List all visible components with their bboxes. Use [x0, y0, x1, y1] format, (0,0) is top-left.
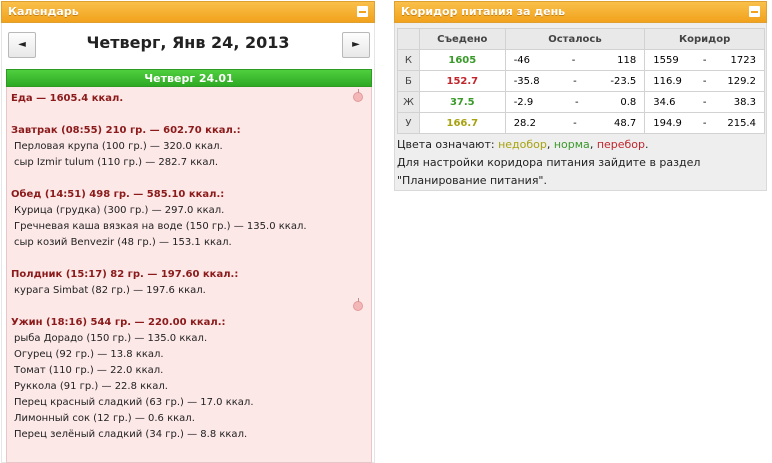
- dash: -: [573, 75, 577, 87]
- calendar-panel-header: Календарь: [1, 1, 375, 23]
- corridor-max: 1723: [730, 54, 756, 66]
- row-label: Ж: [397, 91, 420, 113]
- eaten-value: 37.5: [418, 91, 506, 113]
- corridor-min: 194.9: [653, 117, 682, 129]
- corridor-panel: Съедено Осталось Коридор К 1605 -46 - 118 …: [394, 23, 767, 191]
- remaining-max: 118: [617, 54, 637, 66]
- minimize-icon[interactable]: [357, 6, 368, 17]
- settings-note-section: "Планирование питания".: [397, 174, 547, 187]
- dash: -: [573, 117, 577, 129]
- table-row: У 166.7 28.2 - 48.7 194.9 - 215.4: [397, 112, 765, 134]
- remaining-max: 48.7: [613, 117, 637, 129]
- table-row: Ж 37.5 -2.9 - 0.8 34.6 - 38.3: [397, 91, 765, 113]
- legend-under: недобор: [498, 138, 547, 151]
- meal-item: Перец зелёный сладкий (34 гр.) — 8.8 кка…: [14, 429, 248, 440]
- eaten-value: 166.7: [418, 112, 506, 134]
- apple-icon[interactable]: [353, 298, 363, 311]
- corridor-panel-title: Коридор питания за день: [401, 5, 566, 18]
- row-label: Б: [397, 70, 420, 92]
- remaining-min: -2.9: [513, 96, 534, 108]
- corridor-min: 1559: [653, 54, 679, 66]
- corridor-max: 215.4: [727, 117, 756, 129]
- next-day-button[interactable]: ►: [342, 32, 370, 58]
- dash: -: [702, 96, 707, 108]
- remaining-max: 0.8: [620, 96, 637, 108]
- eaten-value: 1605: [418, 49, 506, 71]
- meal-item: сыр Izmir tulum (110 гр.) — 282.7 ккал.: [14, 157, 219, 168]
- calendar-panel-title: Календарь: [8, 5, 79, 18]
- column-header: Осталось: [504, 28, 646, 50]
- minimize-icon[interactable]: [749, 6, 760, 17]
- meal-item: Томат (110 гр.) — 22.0 ккал.: [14, 365, 164, 376]
- remaining-min: 28.2: [513, 117, 536, 129]
- corridor-max: 129.2: [727, 75, 756, 87]
- prev-day-button[interactable]: ◄: [8, 32, 36, 58]
- legend-over: перебор: [596, 138, 646, 151]
- column-header: Коридор: [644, 28, 765, 50]
- calendar-panel: ◄ Четверг, Янв 24, 2013 ► Четверг 24.01 …: [1, 23, 375, 463]
- dash: -: [571, 54, 576, 66]
- row-label: У: [397, 112, 420, 134]
- meal-item: Гречневая каша вязкая на воде (150 гр.) …: [14, 221, 307, 232]
- day-bar[interactable]: Четверг 24.01: [6, 69, 372, 87]
- corridor-min: 116.9: [653, 75, 682, 87]
- remaining-max: -23.5: [610, 75, 637, 87]
- remaining-min: -35.8: [513, 75, 540, 87]
- corridor-max: 38.3: [733, 96, 756, 108]
- meal-item: Курица (грудка) (300 гр.) — 297.0 ккал.: [14, 205, 225, 216]
- day-content: Еда — 1605.4 ккал. Завтрак (08:55) 210 г…: [6, 87, 372, 463]
- column-header: [397, 28, 420, 50]
- meal-item: Перловая крупа (100 гр.) — 320.0 ккал.: [14, 141, 223, 152]
- meal-item: Лимонный сок (12 гр.) — 0.6 ккал.: [14, 413, 195, 424]
- table-row: Б 152.7 -35.8 - -23.5 116.9 - 129.2: [397, 70, 765, 92]
- legend-prefix: Цвета означают:: [397, 138, 499, 151]
- meal-item: Огурец (92 гр.) — 13.8 ккал.: [14, 349, 164, 360]
- dash: -: [574, 96, 579, 108]
- row-label: К: [397, 49, 420, 71]
- meal-title: Ужин (18:16) 544 гр. — 220.00 ккал.:: [11, 317, 226, 328]
- eaten-value: 152.7: [418, 70, 506, 92]
- dash: -: [702, 75, 707, 87]
- meal-item: сыр козий Benvezir (48 гр.) — 153.1 ккал…: [14, 237, 232, 248]
- meal-title: Обед (14:51) 498 гр. — 585.10 ккал.:: [11, 189, 225, 200]
- corridor-min: 34.6: [653, 96, 676, 108]
- food-total: Еда — 1605.4 ккал.: [11, 93, 124, 104]
- meal-title: Завтрак (08:55) 210 гр. — 602.70 ккал.:: [11, 125, 241, 136]
- settings-note: Для настройки коридора питания зайдите в…: [397, 156, 701, 169]
- remaining-min: -46: [513, 54, 531, 66]
- meal-item: Руккола (91 гр.) — 22.8 ккал.: [14, 381, 168, 392]
- legend-norm: норма: [553, 138, 590, 151]
- date-title: Четверг, Янв 24, 2013: [86, 33, 290, 52]
- column-header: Съедено: [418, 28, 506, 50]
- dash: -: [702, 54, 707, 66]
- dash: -: [702, 117, 707, 129]
- corridor-panel-header: Коридор питания за день: [394, 1, 767, 23]
- meal-title: Полдник (15:17) 82 гр. — 197.60 ккал.:: [11, 269, 239, 280]
- meal-item: курага Simbat (82 гр.) — 197.6 ккал.: [14, 285, 206, 296]
- table-row: К 1605 -46 - 118 1559 - 1723: [397, 49, 765, 71]
- apple-icon[interactable]: [353, 89, 363, 102]
- meal-item: Перец красный сладкий (63 гр.) — 17.0 кк…: [14, 397, 254, 408]
- meal-item: рыба Дорадо (150 гр.) — 135.0 ккал.: [14, 333, 208, 344]
- color-legend: Цвета означают: недобор, норма, перебор.: [397, 138, 649, 151]
- corridor-table: Съедено Осталось Коридор К 1605 -46 - 118 …: [397, 28, 765, 134]
